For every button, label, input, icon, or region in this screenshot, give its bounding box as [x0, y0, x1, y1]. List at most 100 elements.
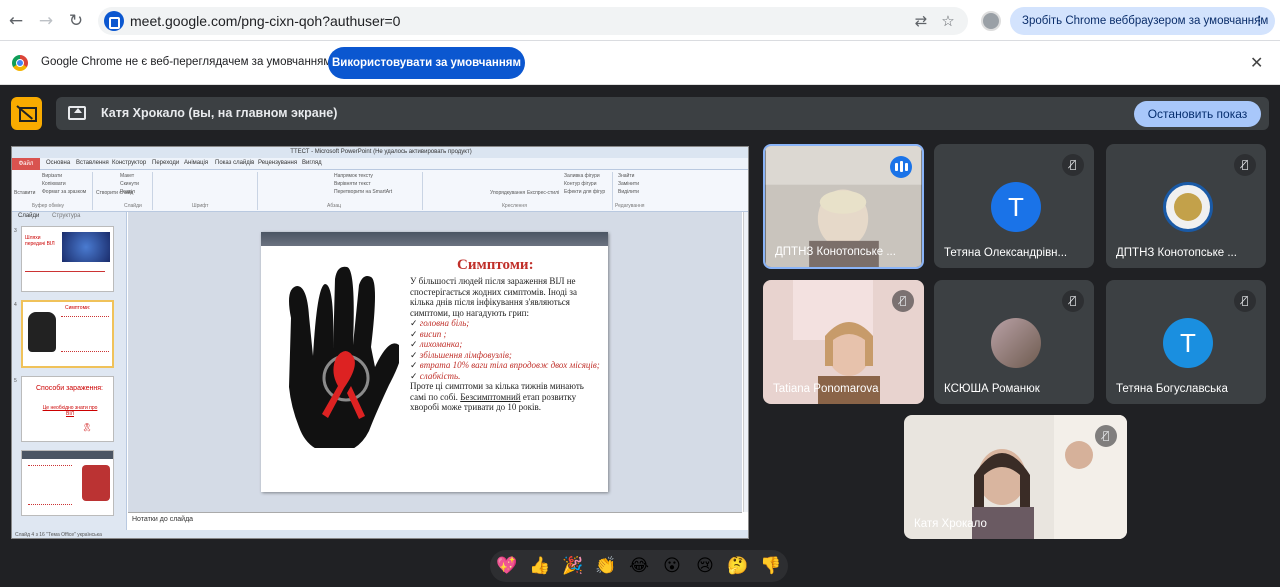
slide-thumbnail[interactable] — [21, 450, 114, 516]
ppt-tab[interactable]: Вигляд — [302, 160, 322, 166]
ribbon-item[interactable]: Вирізати — [42, 173, 62, 179]
ribbon-item[interactable]: Вирівняти текст — [334, 181, 371, 187]
symptom-item: ✓ висип ; — [410, 328, 447, 339]
hand-print-image — [289, 266, 399, 448]
participant-tile[interactable]: T 🎙̸ Тетяна Олександрівн... — [934, 144, 1094, 268]
slide-header-bar — [261, 232, 608, 246]
mic-off-icon: 🎙̸ — [1062, 154, 1084, 176]
ppt-tab[interactable]: Анімація — [184, 160, 208, 166]
heart-reaction-icon[interactable]: 💖 — [494, 554, 520, 578]
stop-presenting-button[interactable]: Остановить показ — [1134, 101, 1261, 127]
ribbon-group-label: Шрифт — [192, 203, 209, 209]
participant-avatar: T — [1163, 318, 1213, 368]
ppt-tab[interactable]: Показ слайдів — [215, 160, 254, 166]
profile-avatar[interactable] — [981, 11, 1001, 31]
ppt-tab[interactable]: Вставлення — [76, 160, 109, 166]
ribbon-group-label: Редагування — [615, 203, 645, 209]
vertical-scrollbar[interactable] — [743, 212, 748, 512]
make-default-browser-button[interactable]: Зробіть Chrome веббраузером за умовчання… — [1010, 7, 1275, 35]
ppt-status-bar: Слайд 4 з 16 "Тема Office" українська — [12, 530, 748, 538]
clap-reaction-icon[interactable]: 👏 — [593, 554, 619, 578]
laugh-reaction-icon[interactable]: 😂 — [626, 554, 652, 578]
symptom-item: ✓ лихоманка; — [410, 339, 463, 349]
ppt-ribbon-tabs: Файл Основна Вставлення Конструктор Пере… — [12, 158, 748, 170]
ppt-tab[interactable]: Конструктор — [112, 160, 146, 166]
ribbon-separator — [92, 172, 93, 210]
participant-tile[interactable]: 🎙̸ Tatiana Ponomarova — [763, 280, 924, 404]
ribbon-item[interactable]: Замінити — [618, 181, 639, 187]
symptom-item: ✓ головна біль; — [410, 318, 470, 328]
participant-tile[interactable]: 🎙̸ Катя Хрокало — [904, 415, 1127, 539]
ribbon-separator — [612, 172, 613, 210]
translate-icon[interactable]: ⇄ — [911, 11, 931, 31]
back-icon[interactable]: ← — [4, 9, 28, 33]
participant-tile[interactable]: 🎙̸ КСЮША Романюк — [934, 280, 1094, 404]
participant-name: Тетяна Богуславська — [1116, 383, 1228, 395]
ribbon-item[interactable]: Скинути — [120, 181, 139, 187]
slide-outro: Проте ці симптоми за кілька тижнів минаю… — [410, 381, 584, 412]
ppt-ribbon: Вирізати Копіювати Формат за зразком Вст… — [12, 170, 748, 212]
ppt-file-tab[interactable]: Файл — [12, 158, 40, 170]
current-slide[interactable]: Симптоми: У більшості людей після зараже… — [261, 232, 608, 492]
ribbon-item[interactable]: Вставити — [14, 190, 35, 196]
party-reaction-icon[interactable]: 🎉 — [560, 554, 586, 578]
thinking-reaction-icon[interactable]: 🤔 — [725, 554, 751, 578]
ppt-tab[interactable]: Рецензування — [258, 160, 297, 166]
bookmark-star-icon[interactable]: ☆ — [938, 11, 958, 31]
thumb-title: Шляхи передачі ВІЛ — [25, 235, 55, 247]
ribbon-item[interactable]: Упорядкування — [490, 190, 525, 196]
slide-thumbnail-selected[interactable]: Симптоми: — [21, 300, 114, 368]
participant-name: Катя Хрокало — [914, 518, 987, 530]
participant-name: ДПТНЗ Конотопське ... — [1116, 247, 1237, 259]
thumb-lines — [25, 271, 105, 283]
menu-dots-icon[interactable]: ⋮ — [1254, 7, 1266, 35]
slides-tab[interactable]: Слайди — [18, 213, 39, 219]
sad-reaction-icon[interactable]: 😢 — [692, 554, 718, 578]
ribbon-item[interactable]: Макет — [120, 173, 134, 179]
participant-tile[interactable]: T 🎙̸ Тетяна Богуславська — [1106, 280, 1266, 404]
ribbon-item[interactable]: Копіювати — [42, 181, 66, 187]
slide-thumbnail[interactable]: Способи зараження: Це необхідно знати пр… — [21, 376, 114, 442]
ribbon-group-label: Слайди — [124, 203, 142, 209]
reload-icon[interactable]: ↻ — [64, 9, 88, 33]
presentation-off-icon[interactable] — [11, 97, 42, 130]
ribbon-item[interactable]: Виділити — [618, 189, 639, 195]
mic-off-icon: 🎙̸ — [1234, 290, 1256, 312]
participant-tile[interactable]: 🎙̸ ДПТНЗ Конотопське ... — [1106, 144, 1266, 268]
ribbon-item[interactable]: Ефекти для фігур — [564, 189, 605, 195]
mic-off-icon: 🎙̸ — [1095, 425, 1117, 447]
slide-notes-field[interactable]: Нотатки до слайда — [128, 512, 742, 530]
ribbon-item[interactable]: Напрямок тексту — [334, 173, 373, 179]
ppt-tab[interactable]: Переходи — [152, 160, 179, 166]
forward-icon[interactable]: → — [34, 9, 58, 33]
ribbon-item[interactable]: Розділ — [120, 189, 135, 195]
slide-canvas: Симптоми: У більшості людей після зараже… — [128, 212, 742, 512]
shared-screen: ТТЕСТ - Microsoft PowerPoint (Не удалось… — [11, 146, 749, 539]
participant-avatar-photo — [991, 318, 1041, 368]
slide-thumbnail[interactable]: Шляхи передачі ВІЛ — [21, 226, 114, 292]
ribbon-item[interactable]: Перетворити на SmartArt — [334, 189, 392, 195]
mic-off-icon: 🎙̸ — [1234, 154, 1256, 176]
use-as-default-button[interactable]: Використовувати за умовчанням — [328, 47, 525, 79]
thumb-lines — [61, 316, 109, 352]
thumb-number: 5 — [14, 378, 17, 384]
ribbon-item[interactable]: Контур фігури — [564, 181, 596, 187]
ribbon-item[interactable]: Знайти — [618, 173, 634, 179]
browser-toolbar: ← → ↻ meet.google.com/png-cixn-qoh?authu… — [0, 0, 1280, 41]
ribbon-item[interactable]: Заливка фігури — [564, 173, 600, 179]
ppt-tab[interactable]: Основна — [46, 160, 70, 166]
ribbon-item[interactable]: Експрес-стилі — [527, 190, 559, 196]
address-bar[interactable]: meet.google.com/png-cixn-qoh?authuser=0 … — [98, 7, 968, 35]
mic-off-icon: 🎙̸ — [1062, 290, 1084, 312]
thumb-hand-image — [28, 312, 56, 352]
participant-tile[interactable]: ДПТНЗ Конотопське ... — [763, 144, 924, 269]
ribbon-item[interactable]: Формат за зразком — [42, 189, 86, 195]
url-text[interactable]: meet.google.com/png-cixn-qoh?authuser=0 — [130, 13, 400, 29]
outline-tab[interactable]: Структура — [52, 213, 80, 219]
symptom-item: ✓ збільшення лімфовузлів; — [410, 349, 512, 360]
thumbs-down-reaction-icon[interactable]: 👎 — [758, 554, 784, 578]
surprised-reaction-icon[interactable]: 😮 — [659, 554, 685, 578]
meet-site-icon[interactable] — [104, 11, 124, 31]
close-icon[interactable]: ✕ — [1250, 53, 1263, 72]
thumbs-up-reaction-icon[interactable]: 👍 — [527, 554, 553, 578]
